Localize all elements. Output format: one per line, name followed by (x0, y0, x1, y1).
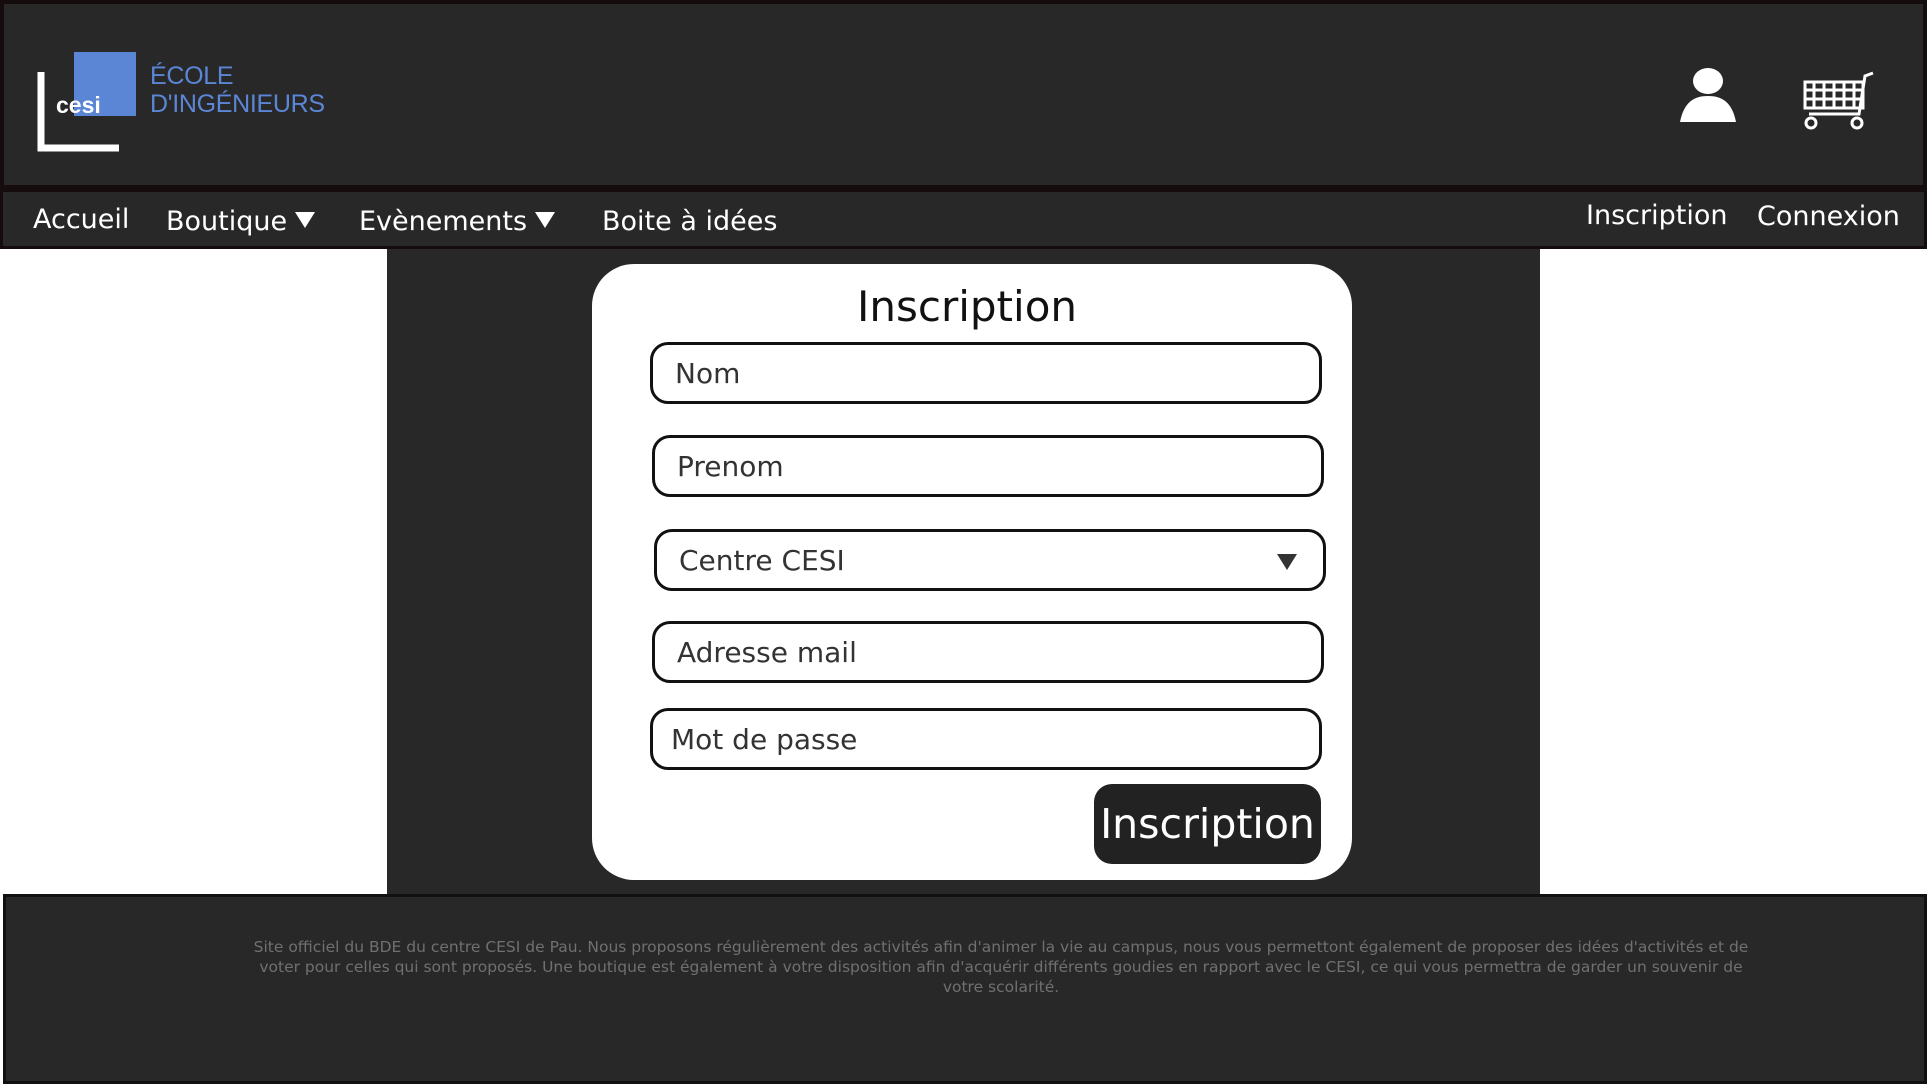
caret-down-icon (535, 212, 556, 228)
nav-item-accueil[interactable]: Accueil (33, 204, 129, 235)
nav-item-connexion[interactable]: Connexion (1757, 201, 1900, 232)
nav-item-label: Evènements (359, 206, 528, 237)
site-footer: Site officiel du BDE du centre CESI de P… (3, 894, 1927, 1084)
shopping-cart-icon[interactable] (1799, 70, 1875, 132)
logo-brand-text: cesi (56, 92, 101, 118)
email-input[interactable] (652, 621, 1324, 683)
nav-item-boutique[interactable]: Boutique (166, 206, 316, 237)
user-icon[interactable] (1676, 64, 1740, 128)
caret-down-icon (295, 212, 316, 228)
inscription-submit-button[interactable]: Inscription (1094, 784, 1321, 864)
password-input[interactable] (650, 708, 1322, 770)
form-title: Inscription (856, 282, 1078, 331)
nav-item-label: Accueil (33, 204, 130, 235)
registration-form: Inscription Centre CESI Inscription (592, 264, 1352, 880)
nav-item-boite-a-idees[interactable]: Boite à idées (602, 206, 777, 237)
nav-item-inscription[interactable]: Inscription (1586, 200, 1727, 231)
logo-line-2: D'INGÉNIEURS (150, 90, 325, 118)
nom-input[interactable] (650, 342, 1322, 404)
site-header: cesi ÉCOLE D'INGÉNIEURS (0, 0, 1927, 189)
footer-description: Site officiel du BDE du centre CESI de P… (253, 938, 1749, 996)
logo-tagline: ÉCOLE D'INGÉNIEURS (150, 62, 325, 118)
dropdown-arrow-icon (1277, 554, 1297, 570)
centre-select-value: Centre CESI (679, 544, 845, 577)
centre-select[interactable]: Centre CESI (654, 529, 1326, 591)
prenom-input[interactable] (652, 435, 1324, 497)
nav-item-label: Inscription (1586, 200, 1728, 231)
nav-item-label: Boite à idées (602, 206, 778, 237)
nav-item-evenements[interactable]: Evènements (359, 206, 556, 237)
main-nav: Accueil Boutique Evènements Boite à idée… (0, 189, 1927, 249)
nav-item-label: Boutique (166, 206, 288, 237)
logo-line-1: ÉCOLE (150, 62, 234, 90)
nav-item-label: Connexion (1757, 201, 1900, 232)
